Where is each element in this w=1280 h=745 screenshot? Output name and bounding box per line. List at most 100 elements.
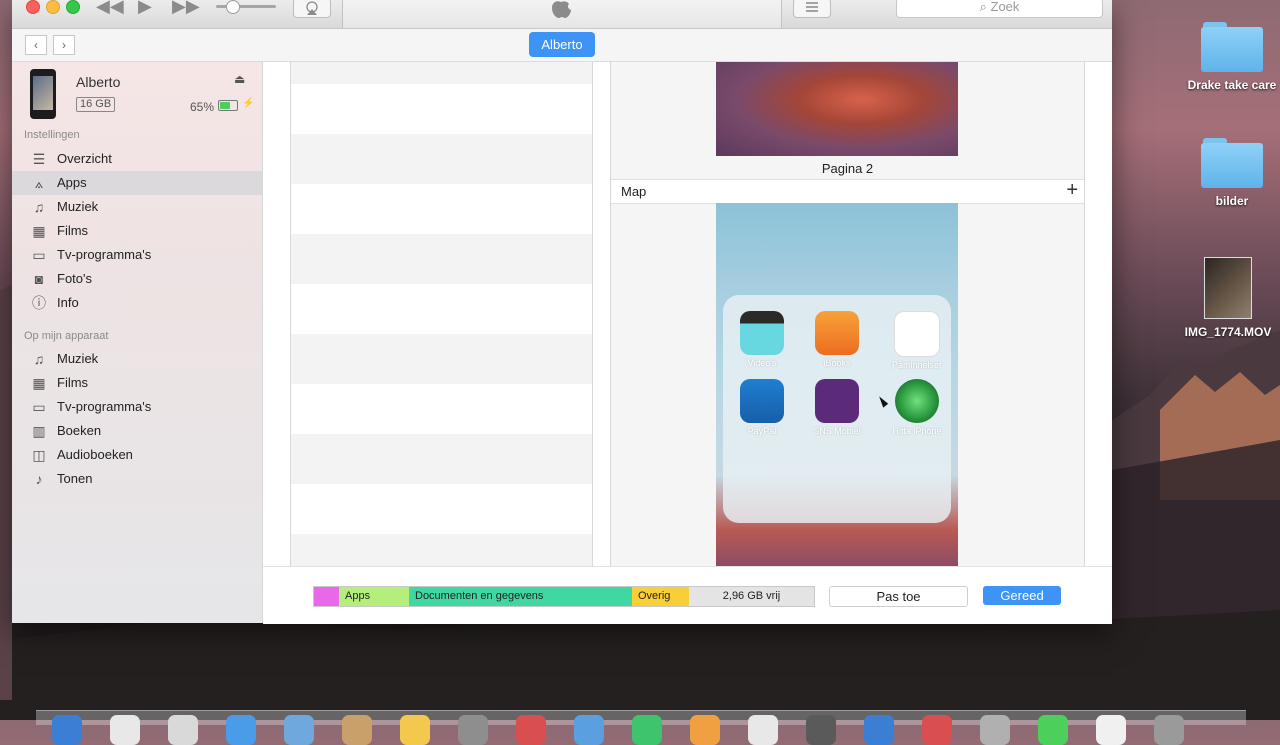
apps-icon: ⟑ xyxy=(34,175,44,191)
sidebar-item-label: Films xyxy=(57,223,89,238)
list-icon xyxy=(806,2,818,12)
done-button[interactable]: Gereed xyxy=(983,586,1061,605)
folder-title: Map xyxy=(621,184,647,199)
sidebar-item-device-tonen[interactable]: ♪ Tonen xyxy=(12,467,262,491)
folder-icon xyxy=(1201,138,1263,188)
app-icon-find-iphone[interactable]: Hitta iPhone xyxy=(882,379,952,436)
sidebar-item-films[interactable]: ▦ Films xyxy=(12,219,262,243)
volume-slider[interactable] xyxy=(216,5,276,8)
minimize-window-button[interactable] xyxy=(46,0,60,14)
search-placeholder: Zoek xyxy=(990,0,1020,14)
folder-panel: Video's iBooks Påminnelser PayPal SNS Mo… xyxy=(723,295,951,523)
search-icon: ⌕ xyxy=(979,0,987,14)
play-icon[interactable]: ▶ xyxy=(138,0,152,17)
eject-icon[interactable]: ⏏ xyxy=(234,72,245,86)
volume-slider-knob[interactable] xyxy=(226,0,240,14)
info-icon: ⓘ xyxy=(32,295,46,311)
zoom-window-button[interactable] xyxy=(66,0,80,14)
sidebar-item-label: Muziek xyxy=(57,199,99,214)
storage-usage-bar: Apps Documenten en gegevens Overig 2,96 GB … xyxy=(313,586,815,607)
dock xyxy=(36,710,1246,745)
back-button[interactable]: ‹ xyxy=(25,35,47,55)
app-name: SNS Mobiel xyxy=(813,426,861,436)
reminders-icon xyxy=(894,311,940,357)
app-icon-reminders[interactable]: Påminnelser xyxy=(882,311,952,370)
sidebar-item-device-tv-programmas[interactable]: ▭ Tv-programma's xyxy=(12,395,262,419)
folder-header: Map + xyxy=(611,179,1084,204)
desktop-icon-folder[interactable]: Drake take care xyxy=(1177,22,1280,92)
sns-bank-icon xyxy=(815,379,859,423)
sidebar-item-device-audioboeken[interactable]: ◫ Audioboeken xyxy=(12,443,262,467)
app-icon-videos[interactable]: Video's xyxy=(727,311,797,368)
sidebar-item-tv-programmas[interactable]: ▭ Tv-programma's xyxy=(12,243,262,267)
sidebar-item-device-films[interactable]: ▦ Films xyxy=(12,371,262,395)
sidebar-item-label: Apps xyxy=(57,175,87,190)
app-list[interactable] xyxy=(290,62,593,567)
desktop-icon-folder[interactable]: bilder xyxy=(1177,138,1280,208)
sidebar-item-label: Tv-programma's xyxy=(57,247,152,262)
list-row xyxy=(291,234,592,284)
device-capacity: 16 GB xyxy=(76,97,116,112)
app-icon-ibooks[interactable]: iBooks xyxy=(802,311,872,368)
add-icon[interactable]: + xyxy=(1066,179,1078,202)
desktop-icon-movie[interactable]: IMG_1774.MOV xyxy=(1173,257,1280,339)
sidebar-item-info[interactable]: ⓘ Info xyxy=(12,291,262,315)
folder-icon xyxy=(1201,22,1263,72)
sidebar-item-overzicht[interactable]: ☰ Overzicht xyxy=(12,147,262,171)
storage-segment: Documenten en gegevens xyxy=(409,587,632,606)
sidebar-item-label: Info xyxy=(57,295,79,310)
radar-icon xyxy=(895,379,939,423)
section-label-settings: Instellingen xyxy=(24,129,80,141)
iphone-icon xyxy=(30,69,56,119)
search-input[interactable]: ⌕ Zoek xyxy=(896,0,1103,18)
battery-icon xyxy=(218,100,238,111)
list-row xyxy=(291,334,592,384)
sidebar-item-label: Muziek xyxy=(57,351,99,366)
navigation-bar: ‹ › Alberto xyxy=(12,29,1112,62)
film-icon: ▦ xyxy=(32,375,46,391)
audiobook-icon: ◫ xyxy=(32,447,46,463)
sidebar-item-label: Audioboeken xyxy=(57,447,133,462)
folder-preview-screen: Video's iBooks Påminnelser PayPal SNS Mo… xyxy=(716,203,958,566)
airplay-button[interactable] xyxy=(293,0,331,18)
rewind-icon[interactable]: ◀◀ xyxy=(96,0,124,17)
charging-icon: ⚡ xyxy=(242,98,255,109)
forward-button[interactable]: › xyxy=(53,35,75,55)
sidebar: Alberto ⏏ 16 GB 65% ⚡ Instellingen ☰ Ove… xyxy=(12,62,263,623)
app-icon-paypal[interactable]: PayPal xyxy=(727,379,797,436)
apps-content: Pagina 2 Map + Video's iBooks Påminnelse… xyxy=(263,62,1112,623)
app-name: Påminnelser xyxy=(891,360,943,370)
movie-thumbnail-icon xyxy=(1204,257,1252,319)
sidebar-item-fotos[interactable]: ◙ Foto's xyxy=(12,267,262,291)
apply-button[interactable]: Pas toe xyxy=(829,586,968,607)
camera-icon: ◙ xyxy=(34,271,44,287)
desktop-icon-label: IMG_1774.MOV xyxy=(1184,325,1272,339)
storage-segment: Overig xyxy=(632,587,689,606)
sidebar-item-device-boeken[interactable]: ▥ Boeken xyxy=(12,419,262,443)
close-window-button[interactable] xyxy=(26,0,40,14)
app-name: Video's xyxy=(747,358,777,368)
page-label: Pagina 2 xyxy=(821,161,874,176)
fast-forward-icon[interactable]: ▶▶ xyxy=(172,0,200,17)
bell-icon: ♪ xyxy=(35,471,43,487)
paypal-icon xyxy=(740,379,784,423)
device-button[interactable]: Alberto xyxy=(529,32,595,57)
sidebar-item-device-muziek[interactable]: ♫ Muziek xyxy=(12,347,262,371)
sidebar-item-label: Boeken xyxy=(57,423,102,438)
battery-percentage: 65% xyxy=(190,100,215,114)
home-screen-page-thumbnail[interactable] xyxy=(716,62,958,156)
sidebar-item-apps[interactable]: ⟑ Apps xyxy=(12,171,262,195)
sidebar-item-label: Tv-programma's xyxy=(57,399,152,414)
sidebar-item-label: Foto's xyxy=(57,271,92,286)
itunes-window: ◀◀ ▶ ▶▶ ⌕ Zoek ‹ › Alberto Alberto ⏏ 16 … xyxy=(12,0,1112,624)
app-name: iBooks xyxy=(823,358,851,368)
bottom-bar: Apps Documenten en gegevens Overig 2,96 GB … xyxy=(263,566,1112,624)
up-next-list-button[interactable] xyxy=(793,0,831,18)
app-name: PayPal xyxy=(747,426,777,436)
list-row xyxy=(291,434,592,484)
title-bar: ◀◀ ▶ ▶▶ ⌕ Zoek xyxy=(12,0,1112,29)
storage-segment: 2,96 GB vrij xyxy=(689,587,814,606)
storage-segment: Apps xyxy=(339,587,409,606)
app-icon-sns[interactable]: SNS Mobiel xyxy=(802,379,872,436)
sidebar-item-muziek[interactable]: ♫ Muziek xyxy=(12,195,262,219)
